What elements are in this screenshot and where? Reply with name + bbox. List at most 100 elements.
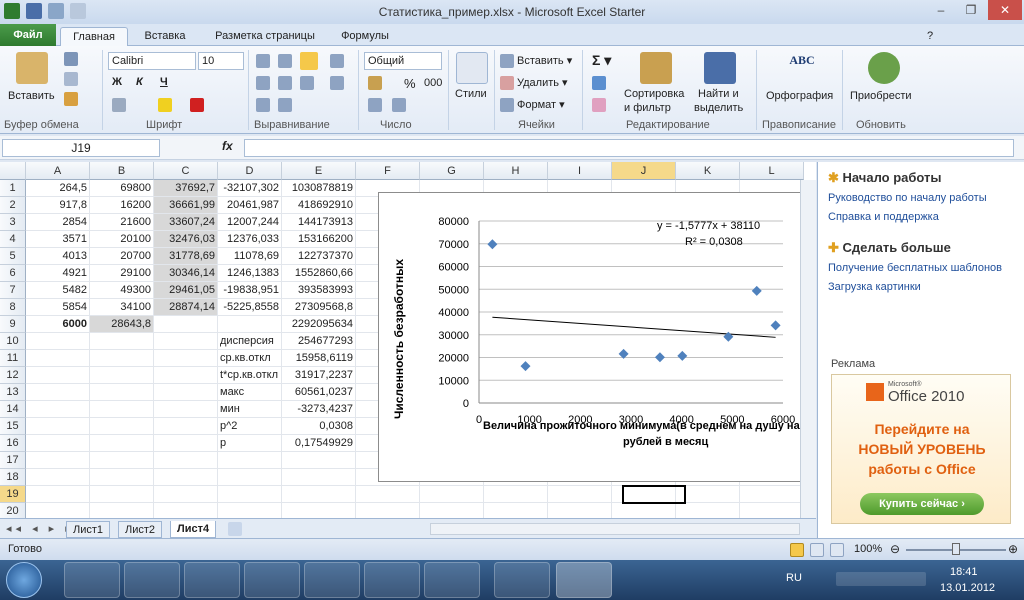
table-cell[interactable] bbox=[218, 503, 282, 518]
find-select-label-2[interactable]: выделить bbox=[694, 102, 743, 114]
column-header[interactable]: K bbox=[676, 162, 740, 180]
row-header[interactable]: 6 bbox=[0, 265, 26, 282]
tab-home[interactable]: Главная bbox=[60, 27, 128, 46]
column-header[interactable]: J bbox=[612, 162, 676, 180]
spelling-icon[interactable]: ABC bbox=[786, 52, 818, 84]
table-cell[interactable]: 31778,69 bbox=[154, 248, 218, 265]
row-header[interactable]: 14 bbox=[0, 401, 26, 418]
table-cell[interactable] bbox=[26, 350, 90, 367]
table-cell[interactable] bbox=[26, 469, 90, 486]
chart-data-point[interactable] bbox=[654, 352, 665, 363]
table-cell[interactable] bbox=[218, 316, 282, 333]
zoom-slider-thumb[interactable] bbox=[952, 543, 960, 555]
table-cell[interactable]: 32476,03 bbox=[154, 231, 218, 248]
row-header[interactable]: 13 bbox=[0, 384, 26, 401]
page-layout-view-icon[interactable] bbox=[810, 543, 824, 557]
sheet-tab-4[interactable]: Лист4 bbox=[170, 521, 217, 538]
table-cell[interactable] bbox=[154, 333, 218, 350]
vertical-scrollbar[interactable] bbox=[800, 180, 816, 518]
system-tray-icons[interactable] bbox=[836, 572, 926, 586]
delete-cells-button[interactable]: Удалить ▾ bbox=[500, 76, 568, 91]
row-header[interactable]: 18 bbox=[0, 469, 26, 486]
chart-data-point[interactable] bbox=[520, 361, 531, 372]
media-player-icon[interactable] bbox=[184, 562, 240, 598]
table-cell[interactable]: 1246,1383 bbox=[218, 265, 282, 282]
table-cell[interactable] bbox=[154, 367, 218, 384]
link-getting-started-guide[interactable]: Руководство по началу работы bbox=[828, 192, 987, 204]
clear-icon[interactable] bbox=[592, 98, 606, 112]
align-top-icon[interactable] bbox=[256, 54, 270, 68]
word-icon[interactable] bbox=[494, 562, 550, 598]
table-cell[interactable]: 12007,244 bbox=[218, 214, 282, 231]
find-select-label-1[interactable]: Найти и bbox=[698, 88, 739, 100]
table-cell[interactable]: 33607,24 bbox=[154, 214, 218, 231]
row-header[interactable]: 10 bbox=[0, 333, 26, 350]
spelling-button[interactable]: Орфография bbox=[766, 90, 833, 102]
table-cell[interactable] bbox=[356, 503, 420, 518]
column-header[interactable]: D bbox=[218, 162, 282, 180]
row-header[interactable]: 2 bbox=[0, 197, 26, 214]
table-cell[interactable] bbox=[154, 350, 218, 367]
table-cell[interactable]: 34100 bbox=[90, 299, 154, 316]
styles-icon[interactable] bbox=[456, 52, 488, 84]
table-cell[interactable]: 5854 bbox=[26, 299, 90, 316]
table-cell[interactable]: p bbox=[218, 435, 282, 452]
link-clipart[interactable]: Загрузка картинки bbox=[828, 281, 921, 293]
table-cell[interactable] bbox=[676, 503, 740, 518]
sheet-tab-2[interactable]: Лист2 bbox=[118, 521, 163, 538]
clock-date[interactable]: 13.01.2012 bbox=[940, 582, 995, 594]
table-cell[interactable] bbox=[26, 384, 90, 401]
tab-insert[interactable]: Вставка bbox=[140, 27, 190, 46]
row-header[interactable]: 19 bbox=[0, 486, 26, 503]
table-cell[interactable] bbox=[356, 486, 420, 503]
tab-page-layout[interactable]: Разметка страницы bbox=[205, 27, 325, 46]
column-header[interactable]: H bbox=[484, 162, 548, 180]
row-header[interactable]: 7 bbox=[0, 282, 26, 299]
table-cell[interactable] bbox=[154, 316, 218, 333]
font-color-icon[interactable] bbox=[190, 98, 204, 112]
table-cell[interactable] bbox=[218, 452, 282, 469]
opera-icon[interactable] bbox=[364, 562, 420, 598]
table-cell[interactable] bbox=[154, 435, 218, 452]
table-cell[interactable]: 1552860,66 bbox=[282, 265, 356, 282]
keyboard-language[interactable]: RU bbox=[786, 572, 802, 584]
link-help-support[interactable]: Справка и поддержка bbox=[828, 211, 939, 223]
table-cell[interactable] bbox=[26, 435, 90, 452]
table-cell[interactable] bbox=[154, 486, 218, 503]
format-painter-icon[interactable] bbox=[64, 92, 78, 106]
table-cell[interactable] bbox=[484, 503, 548, 518]
zoom-level[interactable]: 100% bbox=[854, 543, 882, 555]
table-cell[interactable]: 21600 bbox=[90, 214, 154, 231]
table-cell[interactable] bbox=[420, 486, 484, 503]
sort-filter-icon[interactable] bbox=[640, 52, 672, 84]
chart-data-point[interactable] bbox=[677, 350, 688, 361]
styles-button[interactable]: Стили bbox=[455, 88, 487, 100]
name-box[interactable]: J19 bbox=[2, 139, 160, 157]
table-cell[interactable] bbox=[90, 367, 154, 384]
table-cell[interactable]: 5482 bbox=[26, 282, 90, 299]
tab-formulas[interactable]: Формулы bbox=[335, 27, 395, 46]
row-header[interactable]: 16 bbox=[0, 435, 26, 452]
horizontal-scrollbar[interactable] bbox=[430, 523, 800, 535]
table-cell[interactable]: 917,8 bbox=[26, 197, 90, 214]
currency-icon[interactable] bbox=[368, 76, 382, 90]
table-cell[interactable]: 4921 bbox=[26, 265, 90, 282]
table-cell[interactable] bbox=[612, 503, 676, 518]
table-cell[interactable]: 36661,99 bbox=[154, 197, 218, 214]
table-cell[interactable]: 2854 bbox=[26, 214, 90, 231]
thousands-button[interactable]: 000 bbox=[424, 77, 442, 89]
table-cell[interactable] bbox=[26, 401, 90, 418]
table-cell[interactable]: ср.кв.откл bbox=[218, 350, 282, 367]
table-cell[interactable]: 6000 bbox=[26, 316, 90, 333]
table-cell[interactable]: 11078,69 bbox=[218, 248, 282, 265]
table-cell[interactable] bbox=[26, 486, 90, 503]
chart-data-point[interactable] bbox=[770, 320, 781, 331]
increase-decimal-icon[interactable] bbox=[368, 98, 382, 112]
table-cell[interactable] bbox=[218, 486, 282, 503]
help-icon[interactable]: ? bbox=[920, 27, 940, 46]
table-cell[interactable] bbox=[90, 435, 154, 452]
table-cell[interactable]: 20100 bbox=[90, 231, 154, 248]
table-cell[interactable]: макс bbox=[218, 384, 282, 401]
copy-icon[interactable] bbox=[64, 72, 78, 86]
normal-view-icon[interactable] bbox=[790, 543, 804, 557]
